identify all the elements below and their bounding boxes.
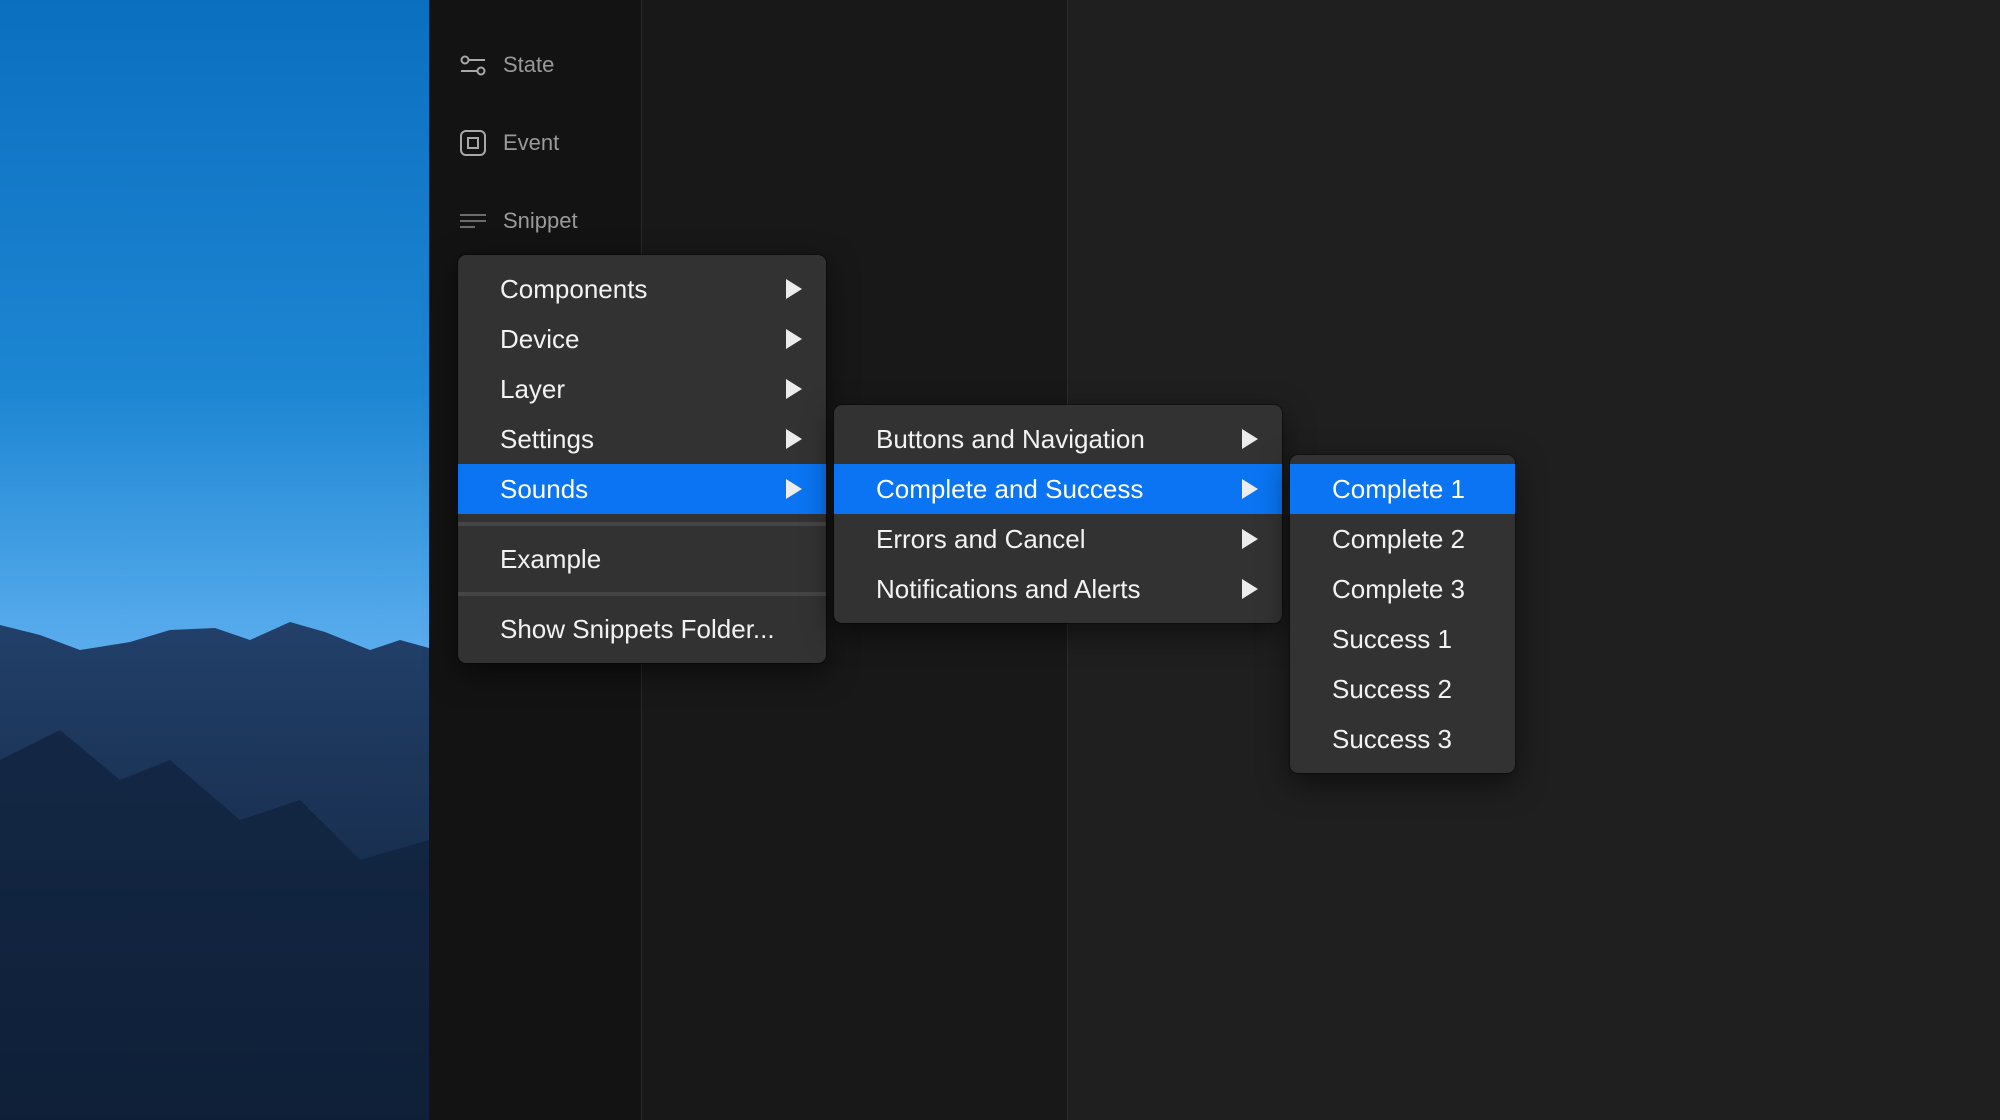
- menu-item-label: Success 1: [1332, 623, 1452, 654]
- submenu-arrow-icon: [1242, 429, 1258, 449]
- menu-item-components[interactable]: Components: [458, 264, 826, 314]
- submenu-arrow-icon: [786, 429, 802, 449]
- mountain-silhouette: [0, 622, 429, 1120]
- menu-separator: [458, 592, 826, 596]
- menu-item-label: Complete 2: [1332, 523, 1465, 554]
- menu-item-label: Show Snippets Folder...: [500, 613, 775, 644]
- sidebar-item-state[interactable]: State: [459, 45, 554, 85]
- menu-item-label: Success 3: [1332, 723, 1452, 754]
- menu-item-sounds[interactable]: Sounds: [458, 464, 826, 514]
- menu-separator: [458, 522, 826, 526]
- snippet-lines-icon: [459, 207, 487, 235]
- submenu-arrow-icon: [786, 479, 802, 499]
- sidebar-item-event[interactable]: Event: [459, 123, 559, 163]
- menu-item-settings[interactable]: Settings: [458, 414, 826, 464]
- menu-item-notifications-and-alerts[interactable]: Notifications and Alerts: [834, 564, 1282, 614]
- sidebar-item-label: Event: [503, 130, 560, 155]
- state-toggle-icon: [459, 51, 487, 79]
- menu-item-label: Example: [500, 543, 602, 574]
- sidebar-item-snippet[interactable]: Snippet: [459, 201, 578, 241]
- menu-item-device[interactable]: Device: [458, 314, 826, 364]
- menu-item-example[interactable]: Example: [458, 534, 826, 584]
- menu-item-label: Complete 3: [1332, 573, 1465, 604]
- menu-item-complete-1[interactable]: Complete 1: [1290, 464, 1515, 514]
- menu-item-label: Components: [500, 273, 648, 304]
- menu-item-complete-and-success[interactable]: Complete and Success: [834, 464, 1282, 514]
- menu-item-label: Success 2: [1332, 673, 1452, 704]
- menu-item-label: Layer: [500, 373, 566, 404]
- menu-item-show-snippets-folder[interactable]: Show Snippets Folder...: [458, 604, 826, 654]
- menu-item-layer[interactable]: Layer: [458, 364, 826, 414]
- menu-item-label: Settings: [500, 423, 594, 454]
- complete-submenu: Complete 1 Complete 2 Complete 3 Success…: [1290, 455, 1515, 773]
- menu-item-label: Buttons and Navigation: [876, 423, 1145, 454]
- submenu-arrow-icon: [1242, 529, 1258, 549]
- submenu-arrow-icon: [786, 329, 802, 349]
- menu-item-label: Notifications and Alerts: [876, 573, 1141, 604]
- submenu-arrow-icon: [1242, 579, 1258, 599]
- menu-item-buttons-and-navigation[interactable]: Buttons and Navigation: [834, 414, 1282, 464]
- submenu-arrow-icon: [786, 279, 802, 299]
- sidebar-item-label: Snippet: [503, 208, 578, 233]
- desktop-wallpaper: [0, 0, 429, 1120]
- submenu-arrow-icon: [1242, 479, 1258, 499]
- menu-item-complete-2[interactable]: Complete 2: [1290, 514, 1515, 564]
- menu-item-errors-and-cancel[interactable]: Errors and Cancel: [834, 514, 1282, 564]
- submenu-arrow-icon: [786, 379, 802, 399]
- menu-item-label: Complete and Success: [876, 473, 1144, 504]
- menu-item-label: Device: [500, 323, 580, 354]
- event-square-icon: [459, 129, 487, 157]
- sidebar-item-label: State: [503, 52, 555, 77]
- menu-item-success-3[interactable]: Success 3: [1290, 714, 1515, 764]
- menu-item-label: Errors and Cancel: [876, 523, 1086, 554]
- menu-item-label: Sounds: [500, 473, 589, 504]
- menu-item-success-2[interactable]: Success 2: [1290, 664, 1515, 714]
- menu-item-success-1[interactable]: Success 1: [1290, 614, 1515, 664]
- menu-item-label: Complete 1: [1332, 473, 1465, 504]
- sounds-submenu: Buttons and Navigation Complete and Succ…: [834, 405, 1282, 623]
- menu-item-complete-3[interactable]: Complete 3: [1290, 564, 1515, 614]
- snippet-menu: Components Device Layer Settings Sounds …: [458, 255, 826, 663]
